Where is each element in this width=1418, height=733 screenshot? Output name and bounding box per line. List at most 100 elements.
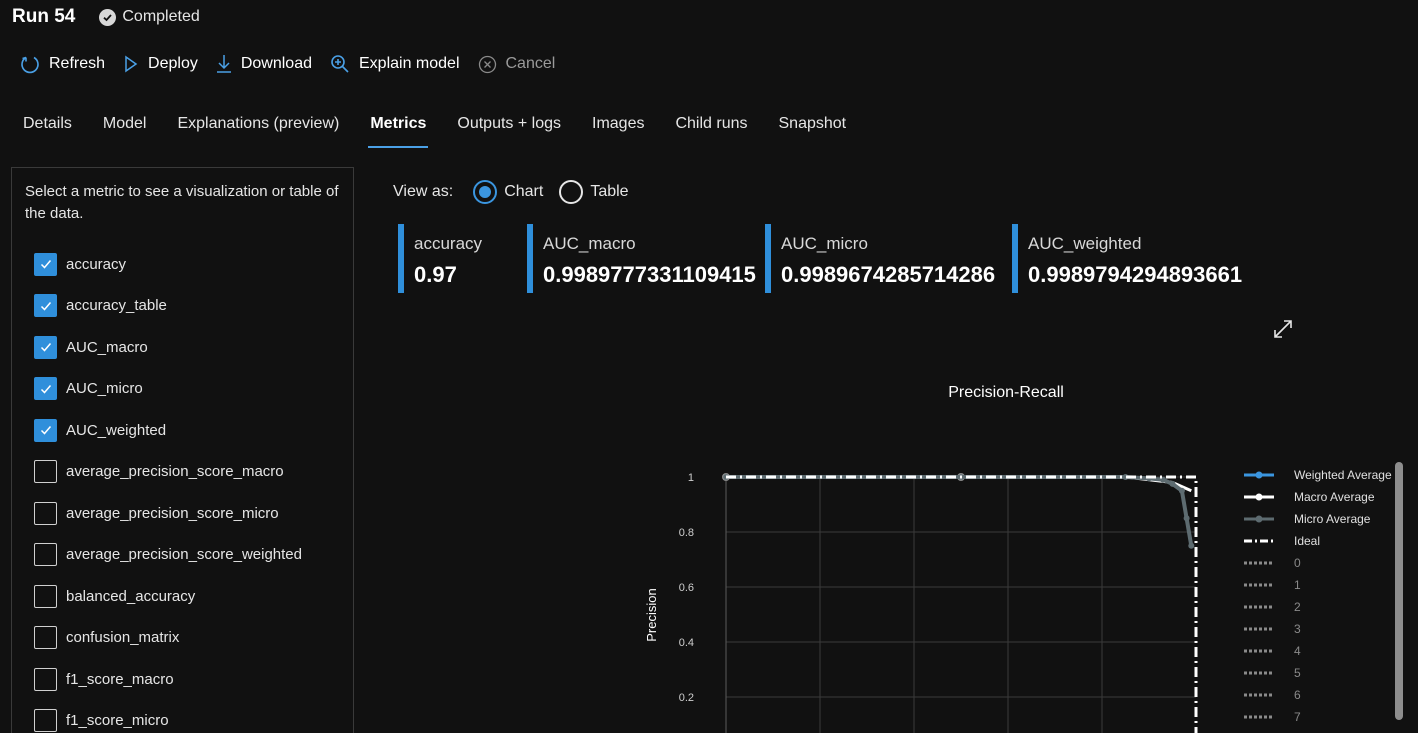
legend-label: Micro Average — [1294, 512, 1371, 526]
status-text: Completed — [122, 8, 200, 25]
chart-radio-label: Chart — [504, 183, 544, 200]
checkbox-unchecked[interactable] — [34, 667, 57, 691]
cancel-button[interactable]: Cancel — [478, 55, 556, 74]
tab-snapshot[interactable]: Snapshot — [779, 110, 847, 150]
legend-item[interactable]: 3 — [1244, 618, 1392, 640]
legend-item[interactable]: 1 — [1244, 574, 1392, 596]
legend-item[interactable]: 5 — [1244, 662, 1392, 684]
legend-label: 6 — [1294, 688, 1301, 702]
metric-checkbox-item[interactable]: f1_score_micro — [34, 708, 169, 733]
metric-checkbox-label: average_precision_score_macro — [66, 463, 284, 480]
legend-label: 3 — [1294, 622, 1301, 636]
tab-child-runs[interactable]: Child runs — [675, 110, 747, 150]
tab-metrics[interactable]: Metrics — [368, 110, 429, 150]
legend-swatch — [1244, 515, 1284, 523]
check-circle-icon — [99, 8, 117, 26]
refresh-label: Refresh — [49, 55, 106, 72]
table-radio-option[interactable]: Table — [559, 180, 629, 204]
checkbox-checked[interactable] — [34, 335, 57, 359]
legend-swatch — [1244, 603, 1284, 611]
legend-label: 0 — [1294, 556, 1301, 570]
checkbox-checked[interactable] — [34, 294, 57, 317]
metric-card-value: 0.9989794294893661 — [1028, 262, 1243, 287]
metric-checkbox-item[interactable]: AUC_macro — [34, 334, 148, 360]
metric-checkbox-item[interactable]: average_precision_score_macro — [34, 459, 284, 485]
legend-label: Macro Average — [1294, 490, 1375, 504]
legend-swatch — [1244, 647, 1284, 655]
metric-checkbox-item[interactable]: AUC_weighted — [34, 417, 166, 443]
checkbox-checked[interactable] — [34, 377, 57, 400]
table-radio[interactable] — [559, 180, 584, 204]
tab-images[interactable]: Images — [592, 110, 644, 150]
metric-card-value: 0.9989674285714286 — [781, 262, 996, 287]
metric-checkbox-item[interactable]: average_precision_score_micro — [34, 500, 279, 526]
metric-checkbox-label: AUC_weighted — [66, 421, 167, 439]
download-label: Download — [240, 55, 312, 72]
micro-average-point — [1169, 480, 1176, 487]
legend-label: Ideal — [1294, 534, 1321, 548]
legend-item[interactable]: 7 — [1244, 706, 1392, 728]
explain-model-button[interactable]: Explain model — [330, 54, 460, 74]
y-tick-label: 0.4 — [679, 637, 694, 649]
checkbox-checked[interactable] — [34, 418, 57, 442]
legend-item[interactable]: Ideal — [1244, 530, 1392, 552]
deploy-label: Deploy — [148, 55, 198, 72]
metric-checkbox-label: accuracy — [66, 255, 127, 273]
legend-item[interactable]: 6 — [1244, 684, 1392, 706]
checkbox-unchecked[interactable] — [34, 460, 57, 483]
legend-swatch — [1244, 537, 1284, 545]
legend-item[interactable]: Macro Average — [1244, 486, 1392, 508]
metric-card-value: 0.9989777331109415 — [543, 262, 756, 287]
metric-checkbox-item[interactable]: confusion_matrix — [34, 625, 179, 651]
tab-explanations[interactable]: Explanations (preview) — [177, 110, 339, 150]
legend-scrollbar[interactable] — [1395, 462, 1403, 720]
checkbox-unchecked[interactable] — [34, 709, 57, 732]
legend-swatch — [1244, 471, 1284, 479]
tab-model[interactable]: Model — [103, 110, 147, 150]
deploy-button[interactable]: Deploy — [123, 55, 198, 73]
legend-swatch — [1244, 713, 1284, 721]
checkbox-checked[interactable] — [34, 252, 57, 276]
legend-item[interactable]: 2 — [1244, 596, 1392, 618]
legend-label: 7 — [1294, 710, 1301, 724]
metric-checkbox-item[interactable]: accuracy — [34, 251, 126, 277]
legend-label: 2 — [1294, 600, 1301, 614]
cancel-label: Cancel — [505, 55, 556, 72]
checkbox-unchecked[interactable] — [34, 626, 57, 649]
series-line-ideal — [726, 475, 1198, 733]
legend-item[interactable]: 0 — [1244, 552, 1392, 574]
micro-average-point — [1188, 542, 1195, 549]
download-button[interactable]: Download — [216, 54, 312, 74]
tab-details[interactable]: Details — [23, 110, 72, 150]
metric-checkbox-item[interactable]: accuracy_table — [34, 293, 167, 319]
chart-radio[interactable] — [473, 180, 498, 204]
metric-checkbox-label: AUC_micro — [66, 380, 143, 397]
expand-icon[interactable] — [1272, 318, 1294, 340]
metric-checkbox-item[interactable]: balanced_accuracy — [34, 583, 195, 609]
tab-outputs-logs[interactable]: Outputs + logs — [457, 110, 561, 150]
metric-checkbox-item[interactable]: f1_score_macro — [34, 666, 174, 692]
checkbox-unchecked[interactable] — [34, 584, 57, 608]
checkbox-unchecked[interactable] — [34, 501, 57, 525]
precision-recall-chart: 1 0.8 0.6 0.4 0.2 Precision — [644, 472, 1198, 733]
metric-card-accuracy: accuracy 0.97 — [398, 224, 482, 293]
chart-radio-option[interactable]: Chart — [473, 180, 543, 204]
checkbox-unchecked[interactable] — [34, 543, 57, 566]
micro-average-point — [1183, 515, 1190, 522]
metric-checkbox-label: average_precision_score_micro — [66, 504, 279, 522]
play-icon — [125, 55, 138, 73]
view-as-toggle: View as: Chart Table — [393, 178, 645, 206]
metric-card-value: 0.97 — [414, 262, 457, 287]
metric-card-label: AUC_macro — [543, 234, 636, 253]
refresh-button[interactable]: Refresh — [20, 54, 105, 74]
metric-checkbox-item[interactable]: average_precision_score_weighted — [34, 542, 302, 568]
legend-item[interactable]: Micro Average — [1244, 508, 1392, 530]
metric-card-label: AUC_weighted — [1028, 234, 1142, 253]
series-line-micro-average — [726, 475, 1194, 547]
y-axis-label: Precision — [644, 588, 659, 641]
metric-checkbox-item[interactable]: AUC_micro — [34, 376, 143, 402]
legend-item[interactable]: Weighted Average — [1244, 464, 1392, 486]
legend-label: 4 — [1294, 644, 1301, 658]
legend-label: Weighted Average — [1294, 468, 1392, 482]
legend-item[interactable]: 4 — [1244, 640, 1392, 662]
